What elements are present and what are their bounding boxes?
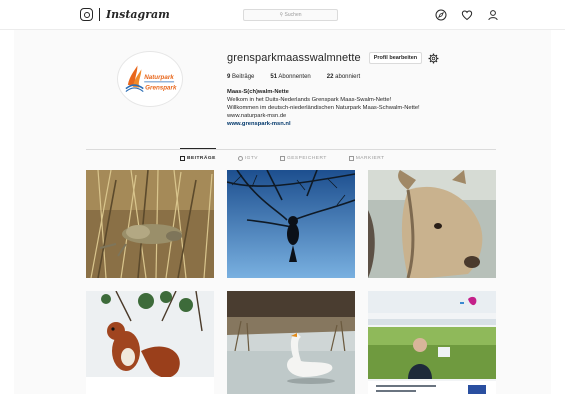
- bio-line-2: Willkommen im deutsch-niederländischen N…: [227, 105, 420, 111]
- frog-photo: [86, 170, 214, 278]
- poster-photo: [368, 291, 496, 394]
- search-placeholder: Suchen: [284, 12, 302, 18]
- compass-icon[interactable]: [435, 9, 447, 21]
- profile-username: grensparkmaasswalmnette: [227, 52, 361, 64]
- naturpark-logo-icon: Naturpark Grenspark: [125, 65, 177, 92]
- gear-icon[interactable]: [428, 53, 439, 64]
- stat-posts-count: 9: [227, 74, 231, 80]
- username-row: grensparkmaasswalmnette Profil bearbeite…: [227, 52, 527, 64]
- tab-posts[interactable]: BEITRÄGE: [180, 156, 216, 161]
- stat-following-label: abonniert: [335, 74, 361, 80]
- stat-following-count: 22: [326, 74, 334, 80]
- profile-bio: Maas-S(ch)walm-Nette Welkom in het Duits…: [227, 88, 527, 128]
- post-frog[interactable]: [86, 170, 214, 278]
- bio-name: Maas-S(ch)walm-Nette: [227, 89, 289, 95]
- tv-icon: [237, 156, 243, 161]
- logo-wordmark: Instagram: [106, 8, 170, 21]
- person-icon[interactable]: [487, 9, 499, 21]
- tab-tagged[interactable]: MARKIERT: [348, 156, 385, 161]
- bio-website-link[interactable]: www.grenspark-msn.nl: [227, 120, 527, 128]
- edit-profile-button[interactable]: Profil bearbeiten: [368, 52, 423, 64]
- post-swan[interactable]: [227, 291, 355, 394]
- stat-following[interactable]: 22 abonniert: [327, 74, 360, 80]
- post-red-squirrel[interactable]: [86, 291, 214, 394]
- avatar-text-bottom: Grenspark: [145, 85, 177, 92]
- profile-page: Naturpark Grenspark grensparkmaasswalmne…: [14, 30, 551, 394]
- profile-stats: 9 Beiträge 51 Abonnenten 22 abonniert: [227, 74, 527, 80]
- tab-saved-label: GESPEICHERT: [287, 156, 327, 161]
- tab-saved[interactable]: GESPEICHERT: [280, 156, 327, 161]
- tab-posts-label: BEITRÄGE: [187, 156, 216, 161]
- instagram-camera-icon: [80, 8, 93, 21]
- tab-igtv[interactable]: IGTV: [237, 156, 258, 161]
- stat-followers-label: Abonnenten: [278, 74, 311, 80]
- profile-avatar[interactable]: Naturpark Grenspark: [117, 51, 183, 107]
- stat-followers-count: 51: [270, 74, 278, 80]
- tag-icon: [348, 156, 354, 161]
- post-poster[interactable]: [368, 291, 496, 394]
- stat-posts: 9 Beiträge: [227, 74, 254, 80]
- swan-photo: [227, 291, 355, 394]
- bookmark-icon: [280, 156, 285, 161]
- nav-icon-group: [435, 9, 499, 21]
- search-input[interactable]: ⚲ Suchen: [243, 9, 338, 21]
- top-navigation-bar: Instagram ⚲ Suchen: [0, 0, 565, 30]
- tab-igtv-label: IGTV: [244, 156, 258, 161]
- tabs-divider: [86, 149, 496, 150]
- post-bird-on-branch[interactable]: [227, 170, 355, 278]
- heart-icon[interactable]: [461, 9, 473, 21]
- squirrel-photo: [86, 291, 214, 394]
- horse-photo: [368, 170, 496, 278]
- logo-divider: [99, 8, 100, 21]
- tab-tagged-label: MARKIERT: [355, 156, 385, 161]
- avatar-text-top: Naturpark: [144, 74, 174, 81]
- bio-line-1: Welkom in het Duits-Nederlands Grenspark…: [227, 97, 392, 103]
- bird-photo: [227, 170, 355, 278]
- grid-icon: [180, 156, 185, 161]
- profile-info: grensparkmaasswalmnette Profil bearbeite…: [227, 52, 527, 128]
- active-tab-indicator: [180, 148, 216, 149]
- stat-followers[interactable]: 51 Abonnenten: [270, 74, 310, 80]
- profile-tabs: BEITRÄGE IGTV GESPEICHERT MARKIERT: [180, 156, 385, 161]
- post-horse[interactable]: [368, 170, 496, 278]
- stat-posts-label: Beiträge: [232, 74, 255, 80]
- instagram-logo[interactable]: Instagram: [80, 8, 170, 21]
- bio-line-3: www.naturpark-msn.de: [227, 113, 287, 119]
